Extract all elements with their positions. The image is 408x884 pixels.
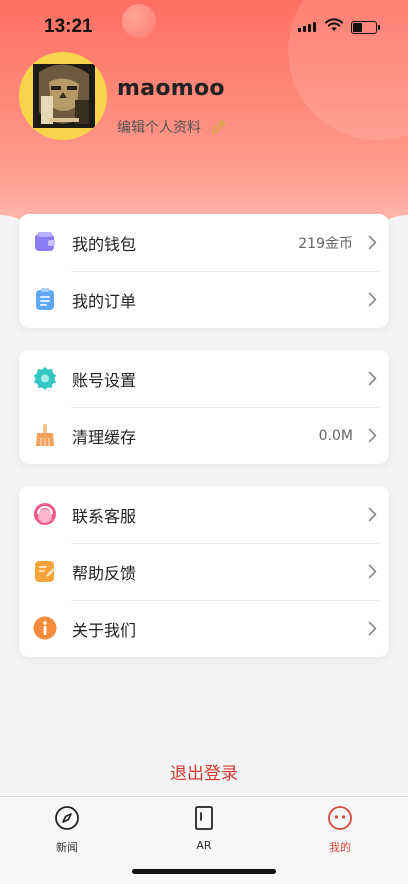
menu-item-clear-cache[interactable]: 清理缓存 0.0M xyxy=(19,407,389,464)
menu-item-account-settings[interactable]: 账号设置 xyxy=(19,350,389,407)
menu-item-customer-service[interactable]: 联系客服 xyxy=(19,486,389,543)
chevron-right-icon xyxy=(368,292,377,307)
edit-profile-link[interactable]: 编辑个人资料 xyxy=(117,117,227,137)
compass-icon xyxy=(55,806,79,830)
tab-label: 我的 xyxy=(329,841,351,854)
order-icon xyxy=(36,288,54,310)
chevron-right-icon xyxy=(368,564,377,579)
menu-item-help-feedback[interactable]: 帮助反馈 xyxy=(19,543,389,600)
tab-me[interactable]: 我的 xyxy=(300,805,380,855)
menu-item-label: 我的钱包 xyxy=(72,234,137,254)
menu-item-label: 我的订单 xyxy=(72,291,137,311)
menu-card-support: 联系客服 帮助反馈 关于我们 xyxy=(19,486,389,657)
status-time: 13:21 xyxy=(44,16,93,37)
customer-service-icon xyxy=(34,503,56,525)
wallet-balance: 219金币 xyxy=(298,235,353,252)
menu-item-wallet[interactable]: 我的钱包 219金币 xyxy=(19,214,389,271)
avatar-image xyxy=(19,52,107,140)
info-icon xyxy=(33,616,57,640)
menu-item-about-us[interactable]: 关于我们 xyxy=(19,600,389,657)
menu-card-settings: 账号设置 清理缓存 0.0M xyxy=(19,350,389,464)
cache-size: 0.0M xyxy=(318,427,353,444)
ar-door-icon xyxy=(195,806,213,830)
tab-ar[interactable]: AR xyxy=(164,805,244,852)
tab-label: 新闻 xyxy=(56,841,78,854)
menu-item-orders[interactable]: 我的订单 xyxy=(19,271,389,328)
battery-level xyxy=(353,23,362,32)
battery-icon xyxy=(351,21,380,34)
menu-card-account: 我的钱包 219金币 我的订单 xyxy=(19,214,389,328)
username: maomoo xyxy=(117,76,225,101)
pencil-icon xyxy=(211,119,226,134)
menu-item-label: 帮助反馈 xyxy=(72,563,137,583)
menu-item-label: 账号设置 xyxy=(72,370,137,390)
smiley-face-icon xyxy=(328,806,352,830)
wifi-icon xyxy=(325,18,343,31)
chevron-right-icon xyxy=(368,621,377,636)
chevron-right-icon xyxy=(368,507,377,522)
chevron-right-icon xyxy=(368,371,377,386)
edit-profile-label: 编辑个人资料 xyxy=(117,120,201,136)
settings-gear-icon xyxy=(34,367,56,390)
status-bar: 13:21 xyxy=(0,0,408,54)
tab-label: AR xyxy=(196,839,212,852)
menu-item-label: 关于我们 xyxy=(72,620,137,640)
tab-news[interactable]: 新闻 xyxy=(27,805,107,855)
menu-item-label: 清理缓存 xyxy=(72,427,137,447)
chevron-right-icon xyxy=(368,428,377,443)
home-indicator xyxy=(132,869,276,874)
chevron-right-icon xyxy=(368,235,377,250)
cellular-signal-icon xyxy=(298,22,316,32)
broom-icon xyxy=(36,424,54,446)
wallet-icon xyxy=(35,232,55,251)
avatar[interactable] xyxy=(19,52,107,140)
feedback-icon xyxy=(35,561,55,582)
logout-button[interactable]: 退出登录 xyxy=(0,759,408,784)
menu-item-label: 联系客服 xyxy=(72,506,137,526)
